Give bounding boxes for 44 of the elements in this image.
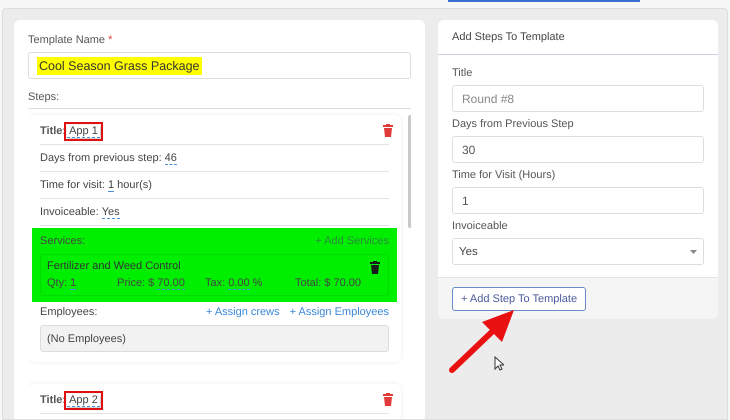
input-field[interactable]: Cool Season Grass Package bbox=[28, 52, 411, 79]
field-label: Template Name bbox=[28, 34, 106, 46]
field-label: Time for visit: bbox=[40, 179, 105, 191]
dropdown[interactable]: Yes bbox=[452, 238, 704, 265]
field-label: Days from previous step: bbox=[40, 152, 162, 164]
trash-icon[interactable] bbox=[370, 261, 380, 274]
template-name-value: Cool Season Grass Package bbox=[37, 56, 202, 74]
field-label: Invoiceable bbox=[452, 220, 509, 232]
caret-icon bbox=[690, 250, 697, 254]
section-label: Steps: bbox=[28, 91, 411, 109]
field-label: Tax: bbox=[205, 277, 226, 289]
assign-link[interactable]: + Assign Employees bbox=[290, 306, 389, 318]
field-value[interactable]: 0.00 bbox=[228, 277, 250, 290]
employees-box: (No Employees) bbox=[40, 325, 389, 352]
field-value[interactable]: 1 bbox=[70, 277, 76, 290]
input-field[interactable]: 30 bbox=[452, 136, 704, 163]
service-name: Fertilizer and Weed Control bbox=[47, 260, 181, 272]
field-label: Title: bbox=[40, 394, 66, 406]
input-field[interactable]: Round #8 bbox=[452, 85, 704, 112]
step-title[interactable]: App 2 bbox=[67, 394, 100, 406]
field-label: Title bbox=[452, 67, 474, 79]
field-label: Time for Visit (Hours) bbox=[452, 169, 556, 181]
field-label: Invoiceable: bbox=[40, 206, 99, 218]
unit-label: hour(s) bbox=[117, 179, 152, 191]
field-label: Days from Previous Step bbox=[452, 118, 575, 130]
unit-label: % bbox=[252, 277, 262, 289]
field-label: Qty: bbox=[47, 277, 68, 289]
field-label: Price: $ bbox=[117, 277, 154, 289]
field-label: Title: bbox=[40, 125, 66, 137]
cursor-icon bbox=[494, 356, 504, 371]
card-title: Add Steps To Template bbox=[438, 20, 718, 55]
input-field[interactable]: 1 bbox=[452, 187, 704, 214]
section-label: Employees: bbox=[40, 306, 98, 318]
required-mark: * bbox=[108, 34, 112, 46]
section-label: Services: bbox=[40, 235, 86, 247]
field-value[interactable]: Yes bbox=[102, 206, 120, 218]
field-value[interactable]: 1 bbox=[108, 178, 114, 192]
assign-link[interactable]: + Assign crews bbox=[206, 306, 280, 318]
field-label: Total: bbox=[295, 277, 322, 289]
field-value: $ 70.00 bbox=[324, 277, 361, 289]
field-value[interactable]: 70.00 bbox=[157, 277, 185, 290]
add-step-button[interactable]: + Add Step To Template bbox=[452, 287, 586, 311]
step-title[interactable]: App 1 bbox=[67, 124, 100, 138]
field-value[interactable]: 46 bbox=[164, 152, 177, 164]
